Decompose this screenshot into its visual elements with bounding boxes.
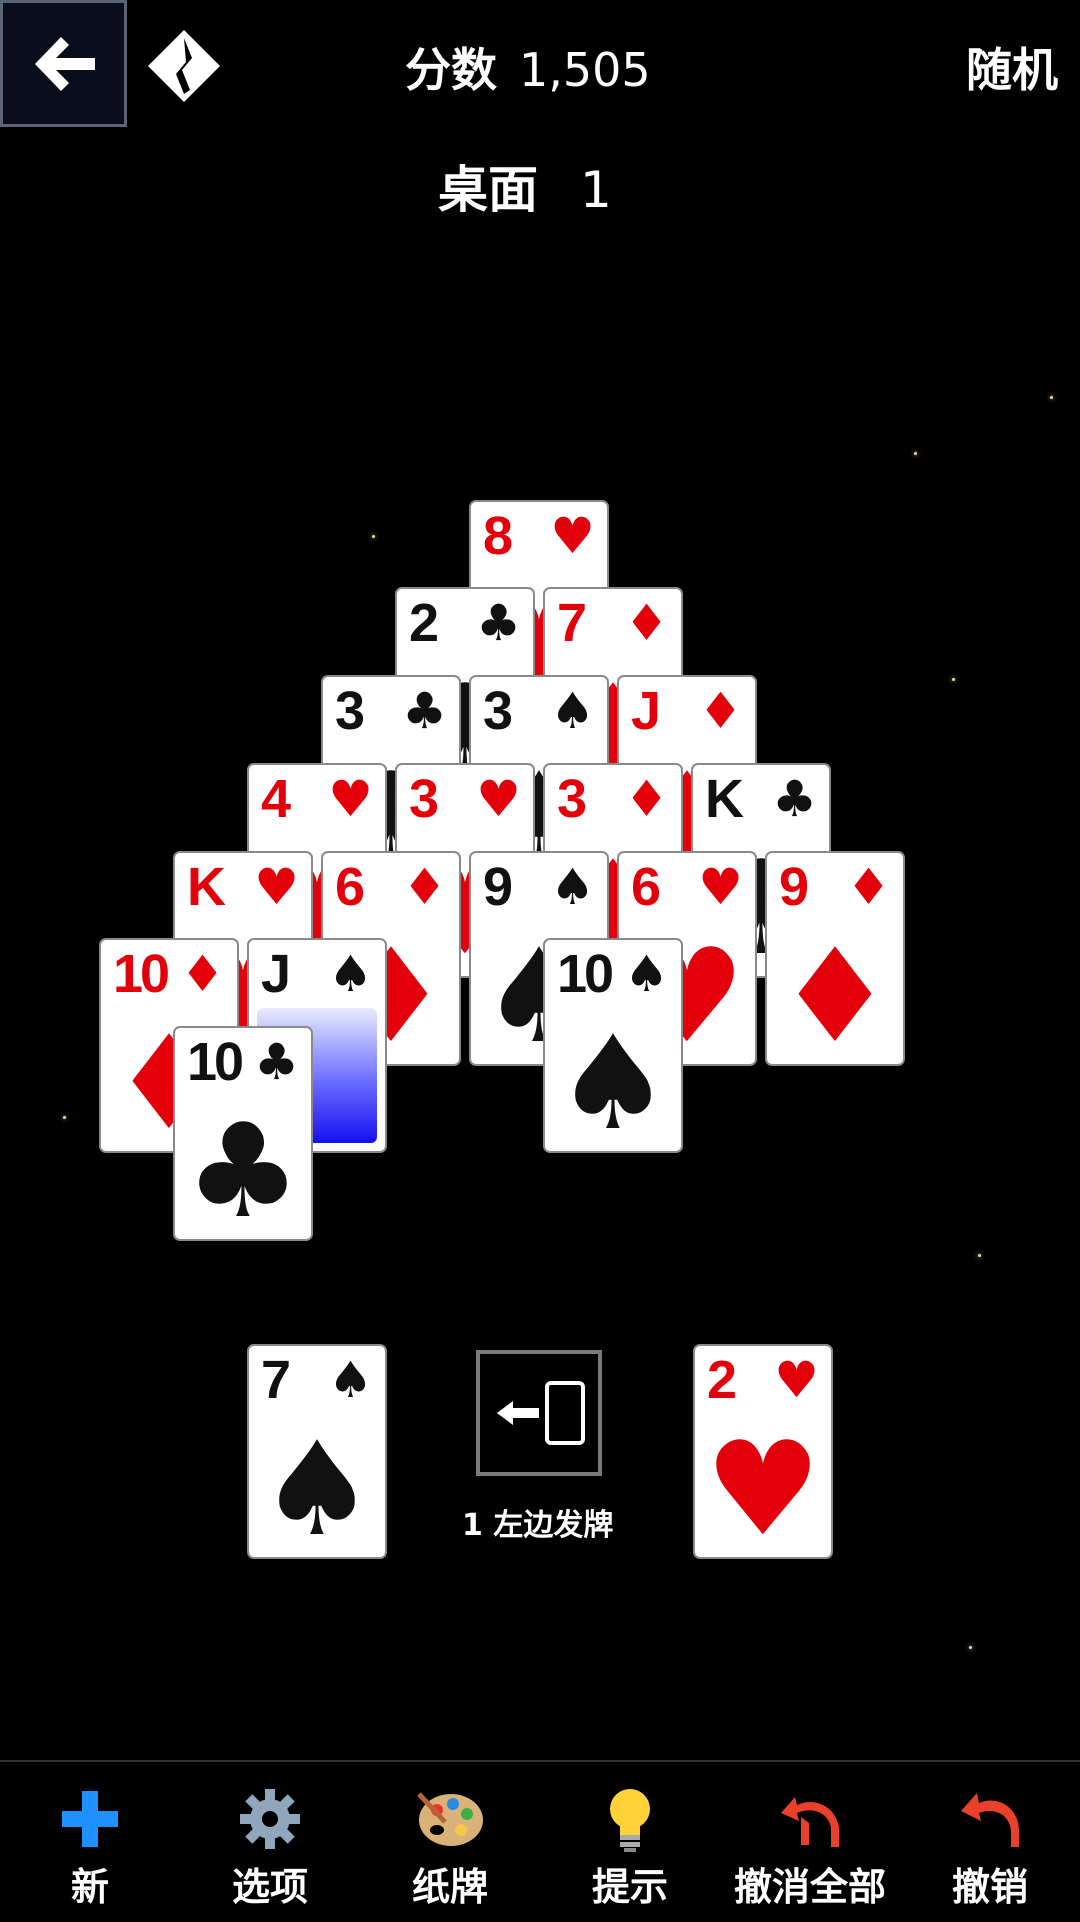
card-suit-icon: ♥ xyxy=(254,858,299,916)
star xyxy=(372,535,375,538)
pyramid-card[interactable]: 10 ♣ ♣ xyxy=(173,1026,313,1241)
card-suit-icon: ♦ xyxy=(402,858,447,916)
card-rank: 6 xyxy=(335,857,365,917)
card-rank: 4 xyxy=(261,769,291,829)
card-suit-icon: ♣ xyxy=(402,682,447,740)
bottom-toolbar: 新 选项 纸牌 提示 撤消全部 撤销 xyxy=(0,1760,1080,1922)
card-suit-icon: ♦ xyxy=(698,682,743,740)
card-rank: K xyxy=(187,857,226,917)
undo-all-label: 撤消全部 xyxy=(733,1865,886,1909)
card-center-suit-icon: ♣ xyxy=(184,1095,302,1241)
card-style-label: 纸牌 xyxy=(411,1865,488,1909)
waste-card-right[interactable]: 2 ♥ ♥ xyxy=(693,1344,833,1559)
card-rank: 9 xyxy=(779,857,809,917)
undo-button[interactable]: 撤销 xyxy=(930,1762,1050,1922)
card-rank: K xyxy=(705,769,744,829)
star xyxy=(63,1116,66,1119)
lightbulb-icon xyxy=(595,1784,665,1854)
options-button[interactable]: 选项 xyxy=(210,1762,330,1922)
card-style-button[interactable]: 纸牌 xyxy=(390,1762,510,1922)
gear-icon xyxy=(235,1784,305,1854)
card-rank: J xyxy=(631,681,661,741)
score-label: 分数 xyxy=(405,43,497,97)
plus-icon xyxy=(55,1784,125,1854)
card-rank: 3 xyxy=(409,769,439,829)
undo-all-button[interactable]: 撤消全部 xyxy=(730,1762,890,1922)
card-rank: 6 xyxy=(631,857,661,917)
card-suit-icon: ♦ xyxy=(180,945,225,1003)
card-suit-icon: ♥ xyxy=(328,770,373,828)
card-rank: 3 xyxy=(483,681,513,741)
card-center-suit-icon: ♠ xyxy=(258,1413,376,1559)
card-suit-icon: ♥ xyxy=(774,1351,819,1409)
card-rank: 2 xyxy=(409,593,439,653)
card-rank: 3 xyxy=(557,769,587,829)
card-rank: 7 xyxy=(261,1350,291,1410)
card-suit-icon: ♥ xyxy=(476,770,521,828)
new-game-label: 新 xyxy=(70,1865,109,1909)
card-center-suit-icon: ♦ xyxy=(776,920,894,1066)
palette-icon xyxy=(415,1784,485,1854)
logo-icon[interactable] xyxy=(146,28,222,104)
pyramid-card[interactable]: 10 ♠ ♠ xyxy=(543,938,683,1153)
card-suit-icon: ♣ xyxy=(772,770,817,828)
card-rank: 8 xyxy=(483,506,513,566)
back-arrow-icon xyxy=(34,36,95,91)
stock-pile-button[interactable] xyxy=(476,1350,602,1476)
card-center-suit-icon: ♥ xyxy=(704,1413,822,1559)
card-center-suit-icon: ♠ xyxy=(554,1007,672,1153)
stock-deal-icon xyxy=(497,1381,585,1445)
score-display: 分数 1,505 xyxy=(405,34,651,100)
card-suit-icon: ♦ xyxy=(846,858,891,916)
card-suit-icon: ♠ xyxy=(550,858,595,916)
card-suit-icon: ♥ xyxy=(550,507,595,565)
star xyxy=(969,1646,972,1649)
card-suit-icon: ♦ xyxy=(624,594,669,652)
star xyxy=(978,1254,981,1257)
card-suit-icon: ♠ xyxy=(328,1351,373,1409)
hint-button[interactable]: 提示 xyxy=(570,1762,690,1922)
back-button[interactable] xyxy=(0,0,127,127)
card-rank: 10 xyxy=(557,944,614,1004)
card-rank: J xyxy=(261,944,291,1004)
new-game-button[interactable]: 新 xyxy=(40,1762,140,1922)
card-suit-icon: ♦ xyxy=(624,770,669,828)
star xyxy=(914,452,917,455)
card-suit-icon: ♠ xyxy=(328,945,373,1003)
card-suit-icon: ♠ xyxy=(624,945,669,1003)
card-suit-icon: ♣ xyxy=(476,594,521,652)
card-suit-icon: ♣ xyxy=(254,1033,299,1091)
deal-label: 桌面 xyxy=(438,161,538,219)
card-rank: 10 xyxy=(113,944,170,1004)
waste-card-left[interactable]: 7 ♠ ♠ xyxy=(247,1344,387,1559)
score-value: 1,505 xyxy=(519,43,651,97)
undo-icon xyxy=(955,1784,1025,1854)
card-suit-icon: ♥ xyxy=(698,858,743,916)
hint-label: 提示 xyxy=(591,1865,668,1909)
deal-display: 桌面 1 xyxy=(438,150,612,222)
card-suit-icon: ♠ xyxy=(550,682,595,740)
card-rank: 7 xyxy=(557,593,587,653)
undo-all-icon xyxy=(775,1784,845,1854)
card-rank: 2 xyxy=(707,1350,737,1410)
stock-label: 1 左边发牌 xyxy=(462,1508,614,1543)
star xyxy=(952,678,955,681)
card-rank: 9 xyxy=(483,857,513,917)
game-mode-button[interactable]: 随机 xyxy=(966,34,1058,100)
star xyxy=(1050,396,1053,399)
undo-label: 撤销 xyxy=(951,1865,1028,1909)
pyramid-card[interactable]: 9 ♦ ♦ xyxy=(765,851,905,1066)
card-rank: 3 xyxy=(335,681,365,741)
options-label: 选项 xyxy=(231,1865,308,1909)
card-rank: 10 xyxy=(187,1032,244,1092)
deal-value: 1 xyxy=(580,161,612,219)
